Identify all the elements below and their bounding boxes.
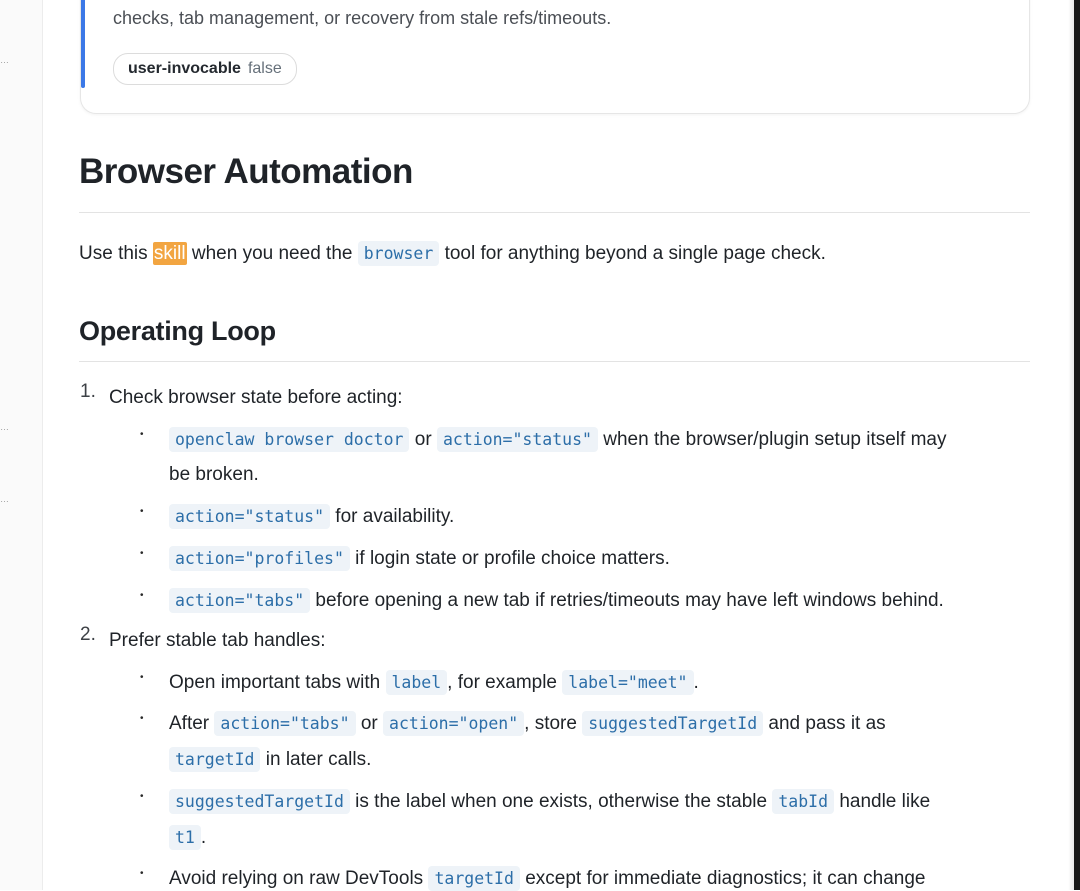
badge-key: user-invocable: [128, 60, 241, 77]
bullet-dot: •: [140, 590, 144, 601]
intro-paragraph: Use this skill when you need the browser…: [79, 241, 826, 266]
bullet-dot: •: [140, 506, 144, 517]
search-highlight: skill: [152, 242, 187, 265]
list-item-text: After: [169, 713, 210, 734]
list-item-continuation: targetId in later calls.: [169, 747, 372, 772]
inline-code: tabId: [772, 789, 835, 814]
list-item-text: or: [360, 713, 378, 734]
bullet-dot: •: [140, 791, 144, 802]
list-item: openclaw browser doctor or action="statu…: [169, 427, 947, 452]
list-item-text: Open important tabs with: [169, 672, 381, 693]
sidebar-more-icon[interactable]: …: [0, 494, 10, 504]
step-text: Prefer stable tab handles:: [109, 630, 326, 651]
inline-code: t1: [169, 825, 201, 850]
badge-value: false: [247, 60, 282, 77]
list-item: After action="tabs" or action="open", st…: [169, 711, 886, 736]
list-item-continuation: be broken.: [169, 464, 259, 485]
sidebar-more-icon[interactable]: …: [0, 422, 10, 432]
list-item: Avoid relying on raw DevTools targetId e…: [169, 866, 926, 891]
list-item-text: in later calls.: [265, 749, 372, 770]
list-item-text: handle like: [839, 791, 931, 812]
bullet-dot: •: [140, 868, 144, 879]
inline-code: action="status": [436, 427, 598, 452]
list-item-text: if login state or profile choice matters…: [355, 548, 670, 569]
step-text: Check browser state before acting:: [109, 387, 403, 408]
inline-code: suggestedTargetId: [582, 711, 764, 736]
bullet-dot: •: [140, 713, 144, 724]
section-divider: [79, 361, 1030, 362]
list-item-text: or: [414, 429, 432, 450]
card-accent-bar: [81, 0, 85, 88]
intro-text: tool for anything beyond a single page c…: [444, 243, 826, 264]
page-title: Browser Automation: [79, 152, 413, 191]
list-item: Open important tabs with label, for exam…: [169, 670, 699, 695]
inline-code: suggestedTargetId: [169, 789, 350, 814]
list-item-text: except for immediate diagnostics; it can…: [525, 868, 926, 889]
list-item: action="profiles" if login state or prof…: [169, 546, 670, 571]
inline-code: targetId: [169, 747, 261, 772]
inline-code: openclaw browser doctor: [169, 427, 410, 452]
inline-code: action="tabs": [169, 588, 311, 613]
inline-code: targetId: [428, 866, 520, 891]
list-item-text: .: [693, 672, 699, 693]
inline-code: label: [385, 670, 448, 695]
left-sidebar: … … …: [0, 0, 43, 890]
list-item-text: and pass it as: [768, 713, 886, 734]
inline-code: action="open": [383, 711, 525, 736]
user-invocable-badge: user-invocable false: [113, 53, 297, 85]
inline-code: label="meet": [562, 670, 694, 695]
list-item-text: Avoid relying on raw DevTools: [169, 868, 424, 889]
intro-text: Use this: [79, 243, 148, 264]
list-item-text: before opening a new tab if retries/time…: [315, 590, 944, 611]
sidebar-more-icon[interactable]: …: [0, 55, 10, 65]
inline-code: action="tabs": [214, 711, 356, 736]
list-item: action="status" for availability.: [169, 504, 455, 529]
list-item-text: , for example: [447, 672, 557, 693]
skill-info-card: checks, tab management, or recovery from…: [80, 0, 1030, 114]
inline-code: action="profiles": [169, 546, 350, 571]
window-edge: [1074, 0, 1080, 890]
list-item-text: is the label when one exists, otherwise …: [355, 791, 768, 812]
list-item-text: for availability.: [335, 506, 455, 527]
title-divider: [79, 212, 1030, 213]
step-number: 2.: [80, 624, 96, 645]
list-item-continuation: t1.: [169, 825, 207, 850]
list-item-text: .: [200, 827, 207, 848]
list-item-text: , store: [524, 713, 577, 734]
bullet-dot: •: [140, 672, 144, 683]
section-heading: Operating Loop: [79, 316, 276, 346]
intro-text: when you need the: [191, 243, 353, 264]
inline-code: action="status": [169, 504, 331, 529]
bullet-dot: •: [140, 429, 144, 440]
step-number: 1.: [80, 381, 96, 402]
card-description: checks, tab management, or recovery from…: [113, 8, 612, 28]
inline-code: browser: [357, 241, 440, 266]
list-item-text: when the browser/plugin setup itself may: [603, 429, 947, 450]
list-item: suggestedTargetId is the label when one …: [169, 789, 931, 814]
list-item: action="tabs" before opening a new tab i…: [169, 588, 944, 613]
bullet-dot: •: [140, 548, 144, 559]
